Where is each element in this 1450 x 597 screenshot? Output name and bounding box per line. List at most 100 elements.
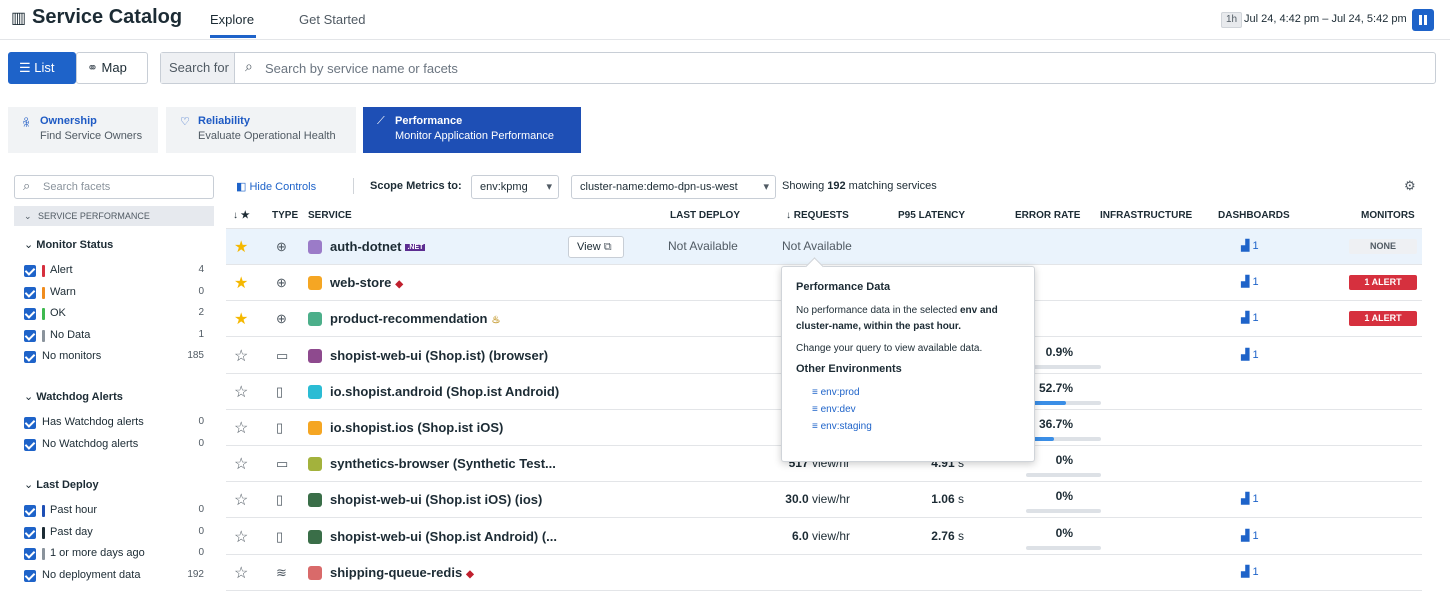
- facet-item[interactable]: Has Watchdog alerts 0: [24, 416, 204, 432]
- env-link-dev[interactable]: env:dev: [812, 404, 1020, 415]
- star-icon[interactable]: ☆: [234, 527, 248, 547]
- star-icon[interactable]: ☆: [234, 563, 248, 583]
- time-range-badge[interactable]: 1h: [1221, 12, 1243, 28]
- checkbox[interactable]: [24, 569, 36, 582]
- checkbox[interactable]: [24, 286, 36, 299]
- facet-group-1[interactable]: ⌄ Watchdog Alerts: [24, 390, 123, 403]
- catalog-icon: ▥: [11, 10, 27, 27]
- facet-item[interactable]: No Watchdog alerts 0: [24, 438, 204, 454]
- checkbox[interactable]: [24, 417, 36, 429]
- status-color-swatch: [42, 329, 45, 342]
- checkbox[interactable]: [24, 308, 36, 320]
- tab-get-started[interactable]: Get Started: [299, 12, 365, 27]
- star-icon[interactable]: ★: [234, 237, 248, 257]
- facet-group-2[interactable]: ⌄ Last Deploy: [24, 478, 99, 491]
- last-deploy-value: Not Available: [668, 239, 738, 253]
- col-error-rate[interactable]: ERROR RATE: [1015, 210, 1080, 221]
- lens-reliability[interactable]: ♡ Reliability Evaluate Operational Healt…: [166, 107, 356, 153]
- col-monitors[interactable]: MONITORS: [1361, 210, 1415, 221]
- checkbox[interactable]: [24, 505, 36, 517]
- col-service[interactable]: SERVICE: [308, 210, 352, 221]
- gear-icon[interactable]: ⚙: [1404, 178, 1416, 194]
- env-dropdown[interactable]: env:kpmg: [471, 175, 559, 199]
- service-name[interactable]: shipping-queue-redis ◆: [330, 565, 474, 580]
- status-color-swatch: [42, 526, 45, 539]
- facet-item-label: 1 or more days ago: [50, 547, 145, 559]
- checkbox[interactable]: [24, 548, 36, 560]
- monitor-status-badge[interactable]: 1 ALERT: [1349, 275, 1417, 291]
- phone-icon: ▯: [276, 420, 284, 435]
- facet-item[interactable]: No Data 1: [24, 329, 204, 345]
- monitor-status-badge[interactable]: NONE: [1349, 239, 1417, 254]
- facet-search-input[interactable]: ⌕ Search facets: [14, 175, 214, 199]
- dashboards-link[interactable]: ▟ 1: [1241, 311, 1259, 324]
- time-range-text[interactable]: Jul 24, 4:42 pm – Jul 24, 5:42 pm: [1244, 13, 1407, 25]
- dashboards-link[interactable]: ▟ 1: [1241, 239, 1259, 252]
- star-icon[interactable]: ☆: [234, 490, 248, 510]
- lens-performance[interactable]: ⟋ Performance Monitor Application Perfor…: [363, 107, 581, 153]
- dashboards-link[interactable]: ▟ 1: [1241, 565, 1259, 578]
- p95-latency-value: 1.06 s: [931, 492, 964, 506]
- table-row[interactable]: ★ ⊕ auth-dotnet .NET View ⧉ Not Available Not …: [226, 229, 1422, 265]
- lens-ownership[interactable]: ꆜ Ownership Find Service Owners: [8, 107, 158, 153]
- col-requests[interactable]: ↓ REQUESTS: [786, 210, 849, 221]
- facet-item[interactable]: No monitors 185: [24, 350, 204, 366]
- facet-item[interactable]: OK 2: [24, 307, 204, 323]
- star-icon[interactable]: ☆: [234, 346, 248, 366]
- view-button[interactable]: View ⧉: [568, 236, 624, 258]
- col-dashboards[interactable]: DASHBOARDS: [1218, 210, 1290, 221]
- requests-unit: view/hr: [808, 528, 850, 543]
- star-icon[interactable]: ★: [234, 273, 248, 293]
- star-icon[interactable]: ☆: [234, 382, 248, 402]
- table-row[interactable]: ☆ ≋ shipping-queue-redis ◆ ▟ 1: [226, 555, 1422, 591]
- dashboards-link[interactable]: ▟ 1: [1241, 492, 1259, 505]
- service-name[interactable]: shopist-web-ui (Shop.ist) (browser): [330, 348, 548, 363]
- facet-item[interactable]: Past day 0: [24, 526, 204, 542]
- service-name[interactable]: product-recommendation ♨: [330, 311, 500, 326]
- map-view-button[interactable]: ⚭ Map: [76, 52, 148, 84]
- checkbox[interactable]: [24, 526, 36, 539]
- facet-item[interactable]: Past hour 0: [24, 504, 204, 520]
- checkbox[interactable]: [24, 351, 36, 363]
- env-link-staging[interactable]: env:staging: [812, 421, 1020, 432]
- facet-item[interactable]: Warn 0: [24, 286, 204, 302]
- search-input[interactable]: [265, 59, 1165, 77]
- service-name[interactable]: shopist-web-ui (Shop.ist iOS) (ios): [330, 492, 542, 507]
- facet-item[interactable]: Alert 4: [24, 264, 204, 280]
- env-link-prod[interactable]: env:prod: [812, 387, 1020, 398]
- pause-button[interactable]: [1412, 9, 1434, 31]
- facet-section-header[interactable]: ⌄ SERVICE PERFORMANCE: [14, 206, 214, 226]
- service-name[interactable]: io.shopist.android (Shop.ist Android): [330, 384, 559, 399]
- table-row[interactable]: ☆ ▯ shopist-web-ui (Shop.ist Android) (...…: [226, 519, 1422, 555]
- service-name-text: shopist-web-ui (Shop.ist iOS) (ios): [330, 492, 543, 508]
- col-last-deploy[interactable]: LAST DEPLOY: [670, 210, 740, 221]
- checkbox[interactable]: [24, 265, 36, 277]
- service-name[interactable]: web-store ◆: [330, 275, 403, 290]
- checkbox[interactable]: [24, 438, 36, 451]
- checkbox[interactable]: [24, 329, 36, 342]
- col-type[interactable]: TYPE: [272, 210, 298, 221]
- col-p95-latency[interactable]: P95 LATENCY: [898, 210, 965, 221]
- list-view-button[interactable]: ☰ List: [8, 52, 76, 84]
- sort-favorites-header[interactable]: ↓ ★: [233, 210, 250, 221]
- cluster-dropdown[interactable]: cluster-name:demo-dpn-us-west: [571, 175, 776, 199]
- dashboard-icon: ▟: [1241, 348, 1253, 361]
- dashboards-link[interactable]: ▟ 1: [1241, 348, 1259, 361]
- star-icon[interactable]: ☆: [234, 418, 248, 438]
- dashboards-link[interactable]: ▟ 1: [1241, 275, 1259, 288]
- tab-explore[interactable]: Explore: [210, 12, 254, 27]
- service-name[interactable]: shopist-web-ui (Shop.ist Android) (...: [330, 529, 557, 544]
- service-name[interactable]: auth-dotnet .NET: [330, 239, 426, 254]
- star-icon[interactable]: ★: [234, 309, 248, 329]
- service-name[interactable]: io.shopist.ios (Shop.ist iOS): [330, 420, 503, 435]
- monitor-status-badge[interactable]: 1 ALERT: [1349, 311, 1417, 327]
- facet-item[interactable]: No deployment data 192: [24, 569, 204, 585]
- facet-group-0[interactable]: ⌄ Monitor Status: [24, 238, 113, 251]
- col-infrastructure[interactable]: INFRASTRUCTURE: [1100, 210, 1192, 221]
- dashboards-link[interactable]: ▟ 1: [1241, 529, 1259, 542]
- table-row[interactable]: ☆ ▯ shopist-web-ui (Shop.ist iOS) (ios) 30.…: [226, 482, 1422, 519]
- facet-item[interactable]: 1 or more days ago 0: [24, 547, 204, 563]
- hide-controls-button[interactable]: ◧ Hide Controls: [236, 180, 316, 193]
- star-icon[interactable]: ☆: [234, 454, 248, 474]
- service-name[interactable]: synthetics-browser (Synthetic Test...: [330, 456, 556, 471]
